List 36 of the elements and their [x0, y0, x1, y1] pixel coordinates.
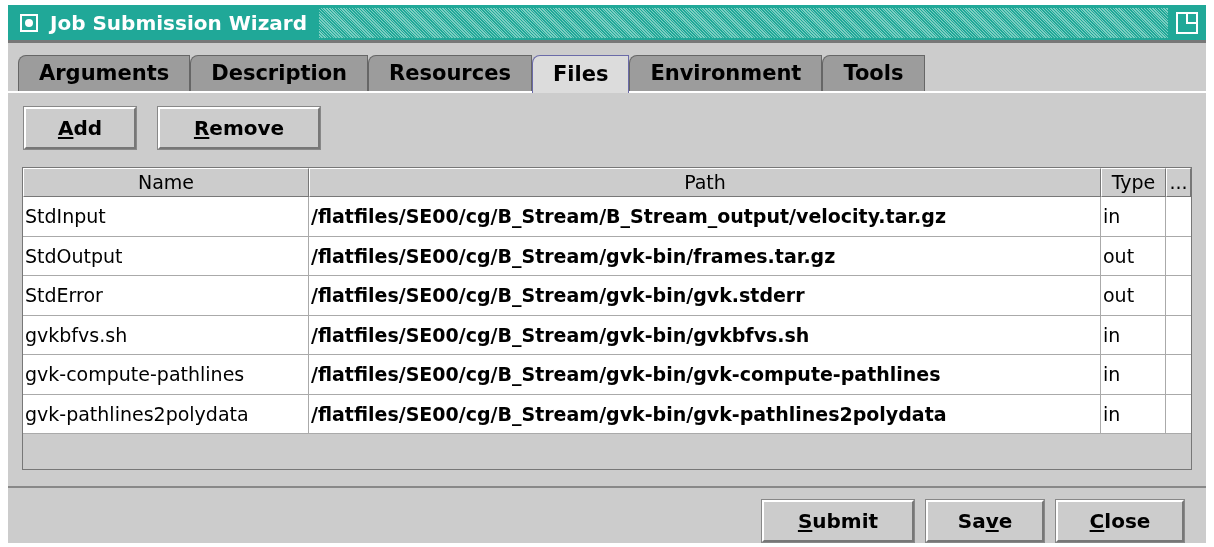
table-cell: /flatfiles/SE00/cg/B_Stream/gvk-bin/gvk-pathlines2polydata [309, 394, 1101, 433]
column-header[interactable]: Path [309, 168, 1101, 197]
table-cell: /flatfiles/SE00/cg/B_Stream/gvk-bin/gvk-compute-pathlines [309, 355, 1101, 394]
add-button[interactable]: Add [24, 107, 136, 149]
table-cell: gvk-compute-pathlines [23, 355, 309, 394]
table-cell: StdInput [23, 197, 309, 236]
table-cell: in [1101, 197, 1166, 236]
close-button[interactable]: Close [1056, 500, 1184, 542]
tab[interactable]: Tools [822, 55, 925, 91]
table-cell: in [1101, 315, 1166, 354]
maximize-icon[interactable] [1176, 11, 1198, 34]
table-cell: in [1101, 394, 1166, 433]
tab[interactable]: Files [531, 55, 630, 93]
table-cell: out [1101, 236, 1166, 275]
column-header[interactable]: ... [1166, 168, 1191, 197]
table-cell: /flatfiles/SE00/cg/B_Stream/B_Stream_output/velocity.tar.gz [309, 197, 1101, 236]
column-header[interactable]: Name [23, 168, 309, 197]
window-title: Job Submission Wizard [50, 9, 308, 37]
window-menu-icon[interactable] [20, 13, 38, 32]
tab[interactable]: Environment [629, 55, 823, 91]
save-button[interactable]: Save [926, 500, 1044, 542]
table-cell: StdError [23, 276, 309, 315]
column-header[interactable]: Type [1101, 168, 1166, 197]
table-cell: /flatfiles/SE00/cg/B_Stream/gvk-bin/frames.tar.gz [309, 236, 1101, 275]
table-cell: in [1101, 355, 1166, 394]
table-cell: /flatfiles/SE00/cg/B_Stream/gvk-bin/gvkbfvs.sh [309, 315, 1101, 354]
tab[interactable]: Description [190, 55, 369, 91]
table-cell: /flatfiles/SE00/cg/B_Stream/gvk-bin/gvk.stderr [309, 276, 1101, 315]
submit-button[interactable]: Submit [762, 500, 914, 542]
table-cell: StdOutput [23, 236, 309, 275]
table-cell: gvkbfvs.sh [23, 315, 309, 354]
remove-button[interactable]: Remove [158, 107, 320, 149]
tab[interactable]: Resources [368, 55, 532, 91]
table-cell: out [1101, 276, 1166, 315]
table-cell: gvk-pathlines2polydata [23, 394, 309, 433]
tab[interactable]: Arguments [18, 55, 191, 91]
